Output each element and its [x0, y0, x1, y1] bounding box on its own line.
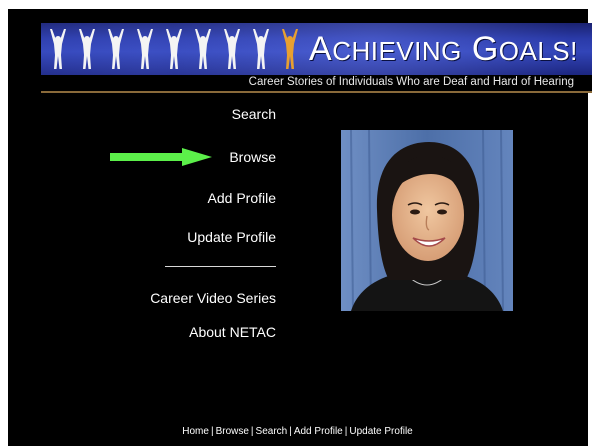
- person-arms-raised-icon: [166, 29, 182, 69]
- footer-links: Home | Browse | Search | Add Profile | Update Pr…: [0, 426, 595, 437]
- banner-figures: [47, 28, 301, 70]
- nav-update-profile-link[interactable]: Update Profile: [187, 229, 276, 245]
- nav-add-profile-link[interactable]: Add Profile: [208, 190, 276, 206]
- nav-divider: [165, 266, 276, 267]
- profile-photo-image: [341, 130, 513, 311]
- person-arms-raised-icon: [224, 29, 240, 69]
- footer-separator: |: [289, 426, 292, 437]
- title-initial-a: A: [309, 30, 333, 68]
- footer-home-link[interactable]: Home: [182, 426, 209, 437]
- person-arms-raised-icon: [253, 29, 269, 69]
- nav-search-link[interactable]: Search: [232, 106, 276, 122]
- site-banner[interactable]: ACHIEVING GOALS!: [41, 23, 592, 75]
- person-arms-raised-icon: [195, 29, 211, 69]
- footer-browse-link[interactable]: Browse: [216, 426, 249, 437]
- person-arms-raised-icon: [108, 29, 124, 69]
- nav-browse-link[interactable]: Browse: [229, 149, 276, 165]
- profile-photo[interactable]: [341, 130, 513, 311]
- footer-separator: |: [210, 426, 214, 437]
- person-arms-raised-highlight-icon: [282, 29, 298, 69]
- nav-about-netac-link[interactable]: About NETAC: [189, 324, 276, 340]
- footer-separator: |: [344, 426, 348, 437]
- footer-search-link[interactable]: Search: [256, 426, 288, 437]
- title-rest-achieving: CHIEVING: [332, 36, 462, 66]
- footer-separator: |: [250, 426, 254, 437]
- title-rest-goals: OALS!: [498, 36, 578, 66]
- footer-update-profile-link[interactable]: Update Profile: [349, 426, 412, 437]
- banner-subtitle: Career Stories of Individuals Who are De…: [248, 76, 574, 88]
- green-arrow-icon: [110, 148, 212, 166]
- person-arms-raised-icon: [50, 29, 66, 69]
- subtitle-bar: Career Stories of Individuals Who are De…: [41, 75, 592, 93]
- banner-title: ACHIEVING GOALS!: [309, 27, 578, 73]
- title-initial-g: G: [471, 30, 499, 68]
- nav-career-video-series-link[interactable]: Career Video Series: [150, 290, 276, 306]
- person-arms-raised-icon: [79, 29, 95, 69]
- person-arms-raised-icon: [137, 29, 153, 69]
- footer-add-profile-link[interactable]: Add Profile: [294, 426, 343, 437]
